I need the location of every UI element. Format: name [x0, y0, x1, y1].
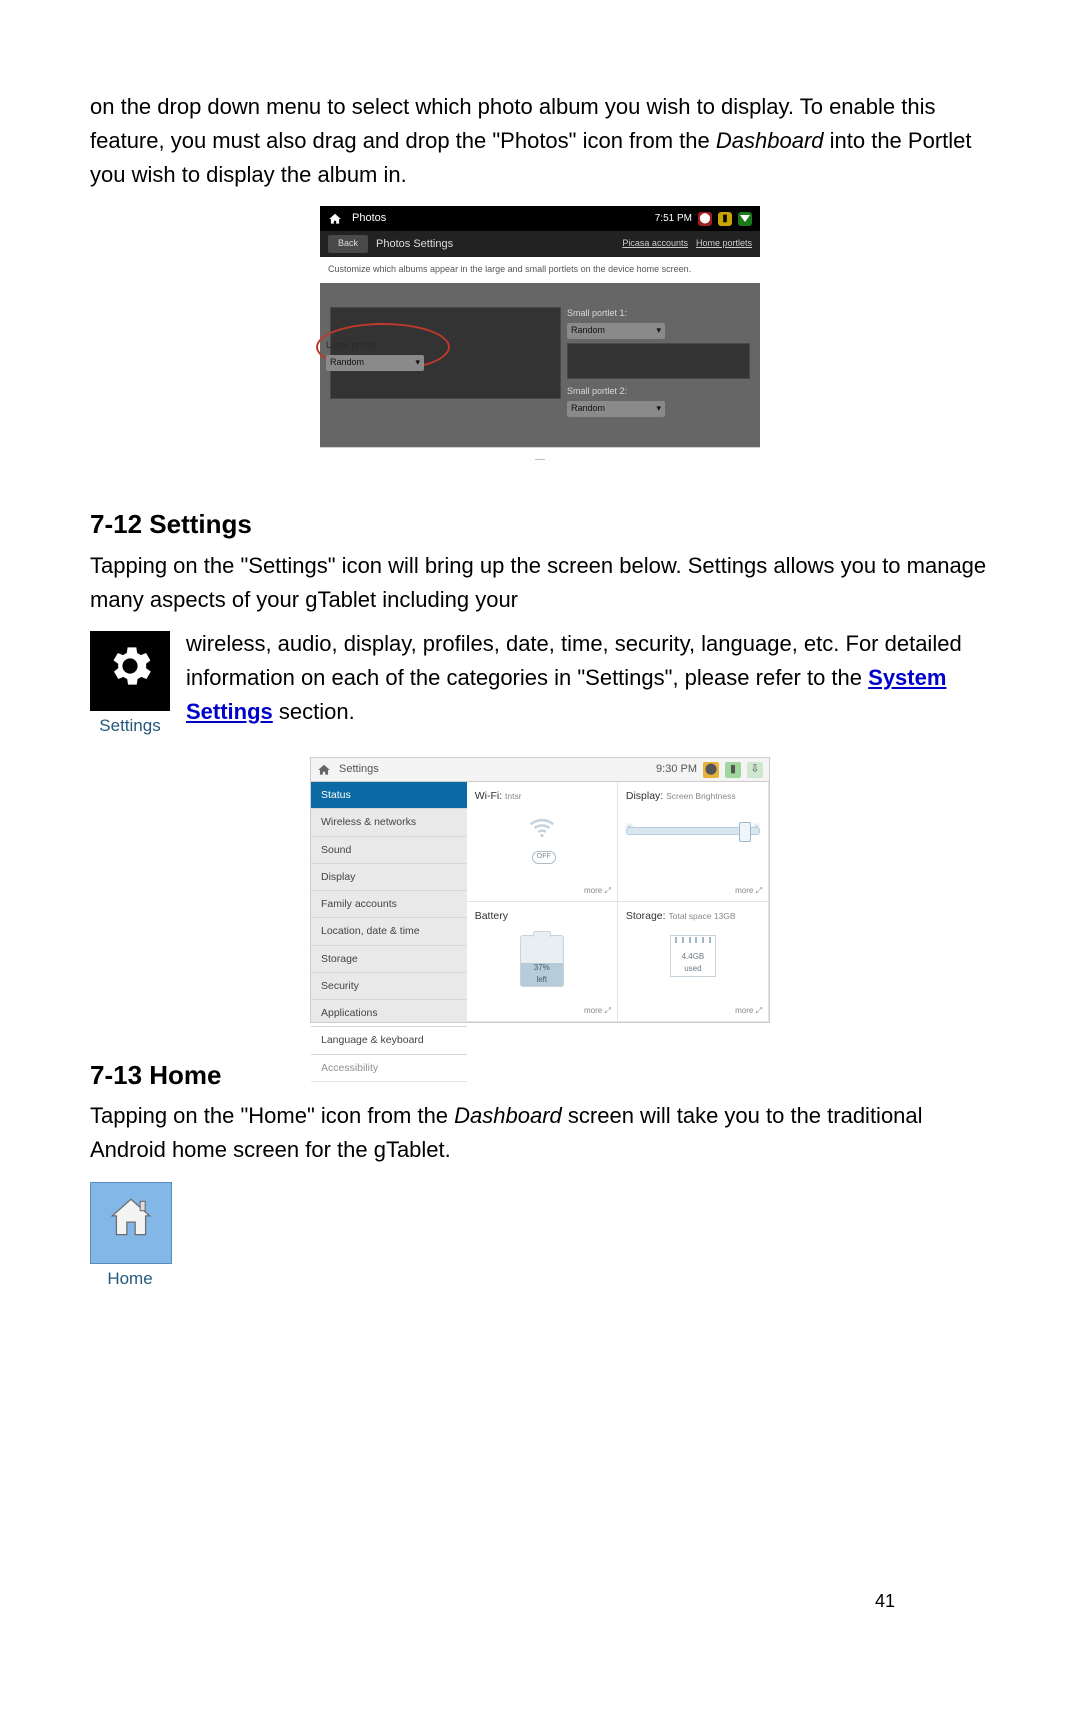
- photos-time: 7:51 PM: [655, 211, 692, 227]
- pane-display[interactable]: Display: Screen Brightness ☀ ☀ more ⤢: [618, 782, 769, 902]
- more-link[interactable]: more ⤢: [584, 885, 611, 897]
- pane-storage[interactable]: Storage: Total space 13GB 4.4GB used mor…: [618, 902, 769, 1022]
- sidebar-item-security[interactable]: Security: [311, 973, 467, 1000]
- more-link[interactable]: more ⤢: [735, 1005, 762, 1017]
- sidebar-item-status[interactable]: Status: [311, 782, 467, 809]
- link-picasa[interactable]: Picasa accounts: [622, 237, 688, 251]
- settings-sidebar: Status Wireless & networks Sound Display…: [311, 782, 467, 1022]
- home-tile-label: Home: [90, 1266, 170, 1292]
- brightness-slider[interactable]: [626, 827, 760, 835]
- photos-screenshot: Photos 7:51 PM ⬤ ▮ Back Photos Settings …: [320, 206, 760, 472]
- small-portlet-1-dropdown[interactable]: Random▾: [567, 323, 665, 339]
- back-button[interactable]: Back: [328, 235, 368, 253]
- photos-title: Photos: [352, 210, 386, 227]
- more-link[interactable]: more ⤢: [584, 1005, 611, 1017]
- home-icon: [317, 763, 331, 777]
- photos-titlebar: Photos 7:51 PM ⬤ ▮: [320, 206, 760, 231]
- settings-title: Settings: [339, 761, 379, 778]
- intro-paragraph: on the drop down menu to select which ph…: [90, 90, 990, 192]
- wifi-icon: OFF: [517, 813, 567, 864]
- sidebar-item-display[interactable]: Display: [311, 864, 467, 891]
- battery-icon: 37% left: [520, 935, 564, 987]
- small-portlet-1-preview: [567, 343, 750, 379]
- sidebar-item-family[interactable]: Family accounts: [311, 891, 467, 918]
- sidebar-item-sound[interactable]: Sound: [311, 837, 467, 864]
- settings-titlebar: Settings 9:30 PM ⬤ ▮ ⇩: [310, 757, 770, 781]
- status-alert-icon: ⬤: [703, 762, 719, 778]
- home-icon: [328, 212, 342, 226]
- settings-paragraph-1: Tapping on the "Settings" icon will brin…: [90, 549, 990, 617]
- gear-icon: [104, 640, 156, 702]
- status-battery-icon: ▮: [718, 212, 732, 226]
- sidebar-item-storage[interactable]: Storage: [311, 946, 467, 973]
- more-link[interactable]: more ⤢: [735, 885, 762, 897]
- status-download-icon: [738, 212, 752, 226]
- home-paragraph: Tapping on the "Home" icon from the Dash…: [90, 1099, 990, 1167]
- small-portlet-2-dropdown[interactable]: Random▾: [567, 401, 665, 417]
- status-alert-icon: ⬤: [698, 212, 712, 226]
- settings-screenshot: Settings 9:30 PM ⬤ ▮ ⇩ Status Wireless &…: [310, 757, 770, 1023]
- photos-subtitle: Photos Settings: [376, 236, 453, 253]
- photos-subbar: Back Photos Settings Picasa accounts Hom…: [320, 231, 760, 257]
- settings-tile-label: Settings: [90, 713, 170, 739]
- wifi-toggle[interactable]: OFF: [532, 851, 556, 864]
- photos-description: Customize which albums appear in the lar…: [320, 257, 760, 283]
- photos-bottombar: —: [320, 447, 760, 472]
- small-portlet-1-label: Small portlet 1:: [567, 307, 750, 321]
- home-tile[interactable]: Home: [90, 1182, 170, 1292]
- small-portlet-2-label: Small portlet 2:: [567, 385, 750, 399]
- large-portlet-dropdown[interactable]: Random▾: [326, 355, 424, 371]
- page-number: 41: [875, 1588, 895, 1616]
- heading-7-13: 7-13 Home: [90, 1055, 990, 1095]
- settings-time: 9:30 PM: [656, 761, 697, 778]
- heading-7-12: 7-12 Settings: [90, 504, 990, 544]
- sidebar-item-language[interactable]: Language & keyboard: [311, 1027, 467, 1054]
- link-home-portlets[interactable]: Home portlets: [696, 237, 752, 251]
- large-portlet-label: Large portlet:: [326, 339, 424, 353]
- pane-battery[interactable]: Battery 37% left more ⤢: [467, 902, 618, 1022]
- status-download-icon: ⇩: [747, 762, 763, 778]
- sidebar-item-location[interactable]: Location, date & time: [311, 918, 467, 945]
- settings-paragraph-2: wireless, audio, display, profiles, date…: [90, 627, 990, 729]
- status-battery-icon: ▮: [725, 762, 741, 778]
- sidebar-item-applications[interactable]: Applications: [311, 1000, 467, 1027]
- storage-icon: 4.4GB used: [670, 935, 716, 977]
- sidebar-item-accessibility[interactable]: Accessibility: [311, 1055, 467, 1082]
- sidebar-item-wireless[interactable]: Wireless & networks: [311, 809, 467, 836]
- home-icon: [106, 1193, 156, 1253]
- settings-tile[interactable]: Settings: [90, 631, 170, 739]
- pane-wifi[interactable]: Wi-Fi: tntsr OFF more ⤢: [467, 782, 618, 902]
